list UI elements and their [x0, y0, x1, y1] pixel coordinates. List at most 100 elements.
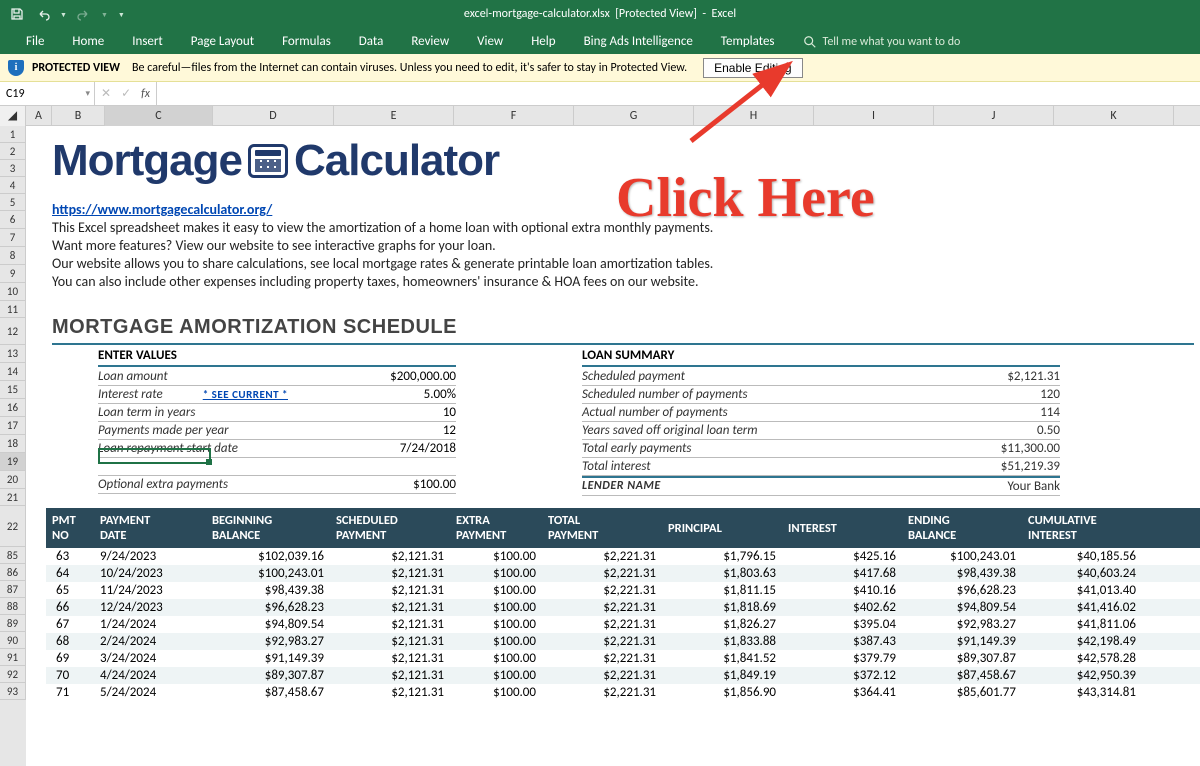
- row-header-90[interactable]: 90: [0, 632, 26, 649]
- tab-view[interactable]: View: [463, 29, 517, 54]
- cell-end[interactable]: $87,458.67: [902, 667, 1022, 684]
- cell-total[interactable]: $2,221.31: [542, 599, 662, 616]
- cell-prin[interactable]: $1,811.15: [662, 582, 782, 599]
- cell-no[interactable]: 65: [46, 582, 94, 599]
- cell-cum[interactable]: $42,950.39: [1022, 667, 1142, 684]
- col-beginning-balance[interactable]: BEGINNINGBALANCE: [206, 513, 330, 543]
- cell-sched[interactable]: $2,121.31: [330, 684, 450, 701]
- cancel-icon[interactable]: ✕: [101, 86, 111, 101]
- cell-extra[interactable]: $100.00: [450, 599, 542, 616]
- table-row[interactable]: 639/24/2023$102,039.16$2,121.31$100.00$2…: [46, 548, 1200, 565]
- table-row[interactable]: 704/24/2024$89,307.87$2,121.31$100.00$2,…: [46, 667, 1200, 684]
- cell-beg[interactable]: $96,628.23: [206, 599, 330, 616]
- table-row[interactable]: 671/24/2024$94,809.54$2,121.31$100.00$2,…: [46, 616, 1200, 633]
- col-header-c[interactable]: C: [105, 106, 213, 126]
- row-header-17[interactable]: 17: [0, 417, 26, 435]
- row-headers[interactable]: 1234567891011121314151617181920212285868…: [0, 126, 26, 766]
- tab-data[interactable]: Data: [345, 29, 398, 54]
- cell-total[interactable]: $2,221.31: [542, 548, 662, 565]
- cell-sched[interactable]: $2,121.31: [330, 599, 450, 616]
- col-payment-date[interactable]: PAYMENTDATE: [94, 513, 206, 543]
- cell-end[interactable]: $91,149.39: [902, 633, 1022, 650]
- cell-end[interactable]: $100,243.01: [902, 548, 1022, 565]
- col-header-h[interactable]: H: [694, 106, 814, 126]
- cell-sched[interactable]: $2,121.31: [330, 565, 450, 582]
- cell-beg[interactable]: $100,243.01: [206, 565, 330, 582]
- tab-bing-ads[interactable]: Bing Ads Intelligence: [570, 29, 707, 54]
- cell-prin[interactable]: $1,841.52: [662, 650, 782, 667]
- cell-no[interactable]: 68: [46, 633, 94, 650]
- col-cumulative-interest[interactable]: CUMULATIVEINTEREST: [1022, 513, 1142, 543]
- col-header-g[interactable]: G: [574, 106, 694, 126]
- lender-value[interactable]: Your Bank: [940, 478, 1060, 495]
- row-header-87[interactable]: 87: [0, 581, 26, 598]
- cell-extra[interactable]: $100.00: [450, 565, 542, 582]
- cell-extra[interactable]: $100.00: [450, 667, 542, 684]
- row-header-3[interactable]: 3: [0, 160, 26, 177]
- cell-cum[interactable]: $41,013.40: [1022, 582, 1142, 599]
- row-header-7[interactable]: 7: [0, 229, 26, 247]
- see-current-link[interactable]: * SEE CURRENT *: [163, 388, 288, 401]
- cell-date[interactable]: 1/24/2024: [94, 616, 206, 633]
- name-box[interactable]: C19: [0, 82, 95, 105]
- cell-beg[interactable]: $92,983.27: [206, 633, 330, 650]
- cell-date[interactable]: 10/24/2023: [94, 565, 206, 582]
- table-row[interactable]: 682/24/2024$92,983.27$2,121.31$100.00$2,…: [46, 633, 1200, 650]
- cell-int[interactable]: $417.68: [782, 565, 902, 582]
- enter-icon[interactable]: ✓: [121, 86, 131, 101]
- row-header-16[interactable]: 16: [0, 399, 26, 417]
- col-scheduled-payment[interactable]: SCHEDULEDPAYMENT: [330, 513, 450, 543]
- row-header-20[interactable]: 20: [0, 471, 26, 489]
- cell-cum[interactable]: $42,198.49: [1022, 633, 1142, 650]
- loan-amount-value[interactable]: $200,000.00: [336, 368, 456, 385]
- cell-sched[interactable]: $2,121.31: [330, 548, 450, 565]
- undo-dropdown-icon[interactable]: ▼: [60, 10, 67, 19]
- row-header-5[interactable]: 5: [0, 194, 26, 211]
- cell-extra[interactable]: $100.00: [450, 633, 542, 650]
- row-header-92[interactable]: 92: [0, 666, 26, 683]
- cell-cum[interactable]: $41,416.02: [1022, 599, 1142, 616]
- cell-no[interactable]: 66: [46, 599, 94, 616]
- row-header-11[interactable]: 11: [0, 301, 26, 318]
- cell-total[interactable]: $2,221.31: [542, 616, 662, 633]
- cell-int[interactable]: $402.62: [782, 599, 902, 616]
- col-pmt-no[interactable]: PMTNO: [46, 513, 94, 543]
- cell-cum[interactable]: $41,811.06: [1022, 616, 1142, 633]
- row-header-2[interactable]: 2: [0, 143, 26, 160]
- loan-term-value[interactable]: 10: [336, 404, 456, 421]
- cell-total[interactable]: $2,221.31: [542, 667, 662, 684]
- table-row[interactable]: 6511/24/2023$98,439.38$2,121.31$100.00$2…: [46, 582, 1200, 599]
- table-row[interactable]: 693/24/2024$91,149.39$2,121.31$100.00$2,…: [46, 650, 1200, 667]
- cell-beg[interactable]: $102,039.16: [206, 548, 330, 565]
- cell-prin[interactable]: $1,826.27: [662, 616, 782, 633]
- row-header-4[interactable]: 4: [0, 177, 26, 194]
- cell-int[interactable]: $425.16: [782, 548, 902, 565]
- cell-total[interactable]: $2,221.31: [542, 650, 662, 667]
- col-header-e[interactable]: E: [334, 106, 454, 126]
- cell-sched[interactable]: $2,121.31: [330, 633, 450, 650]
- select-all-corner[interactable]: ◢: [0, 106, 26, 126]
- worksheet[interactable]: 1234567891011121314151617181920212285868…: [0, 126, 1200, 766]
- cell-no[interactable]: 64: [46, 565, 94, 582]
- cell-end[interactable]: $89,307.87: [902, 650, 1022, 667]
- table-row[interactable]: 6410/24/2023$100,243.01$2,121.31$100.00 $…: [46, 565, 1200, 582]
- save-icon[interactable]: [8, 5, 26, 23]
- cell-prin[interactable]: $1,849.19: [662, 667, 782, 684]
- col-header-f[interactable]: F: [454, 106, 574, 126]
- cell-extra[interactable]: $100.00: [450, 650, 542, 667]
- cell-no[interactable]: 63: [46, 548, 94, 565]
- col-principal[interactable]: PRINCIPAL: [662, 521, 782, 536]
- cell-beg[interactable]: $87,458.67: [206, 684, 330, 701]
- row-header-86[interactable]: 86: [0, 564, 26, 581]
- cell-beg[interactable]: $89,307.87: [206, 667, 330, 684]
- row-header-85[interactable]: 85: [0, 547, 26, 564]
- cell-end[interactable]: $92,983.27: [902, 616, 1022, 633]
- grid-content[interactable]: Mortgage Calculator Click Here https://w…: [26, 126, 1200, 766]
- col-header-k[interactable]: K: [1054, 106, 1174, 126]
- row-header-6[interactable]: 6: [0, 211, 26, 229]
- start-date-value[interactable]: 7/24/2018: [336, 440, 456, 457]
- cell-date[interactable]: 5/24/2024: [94, 684, 206, 701]
- cell-total[interactable]: $2,221.31: [542, 684, 662, 701]
- tab-formulas[interactable]: Formulas: [268, 29, 345, 54]
- row-header-1[interactable]: 1: [0, 126, 26, 143]
